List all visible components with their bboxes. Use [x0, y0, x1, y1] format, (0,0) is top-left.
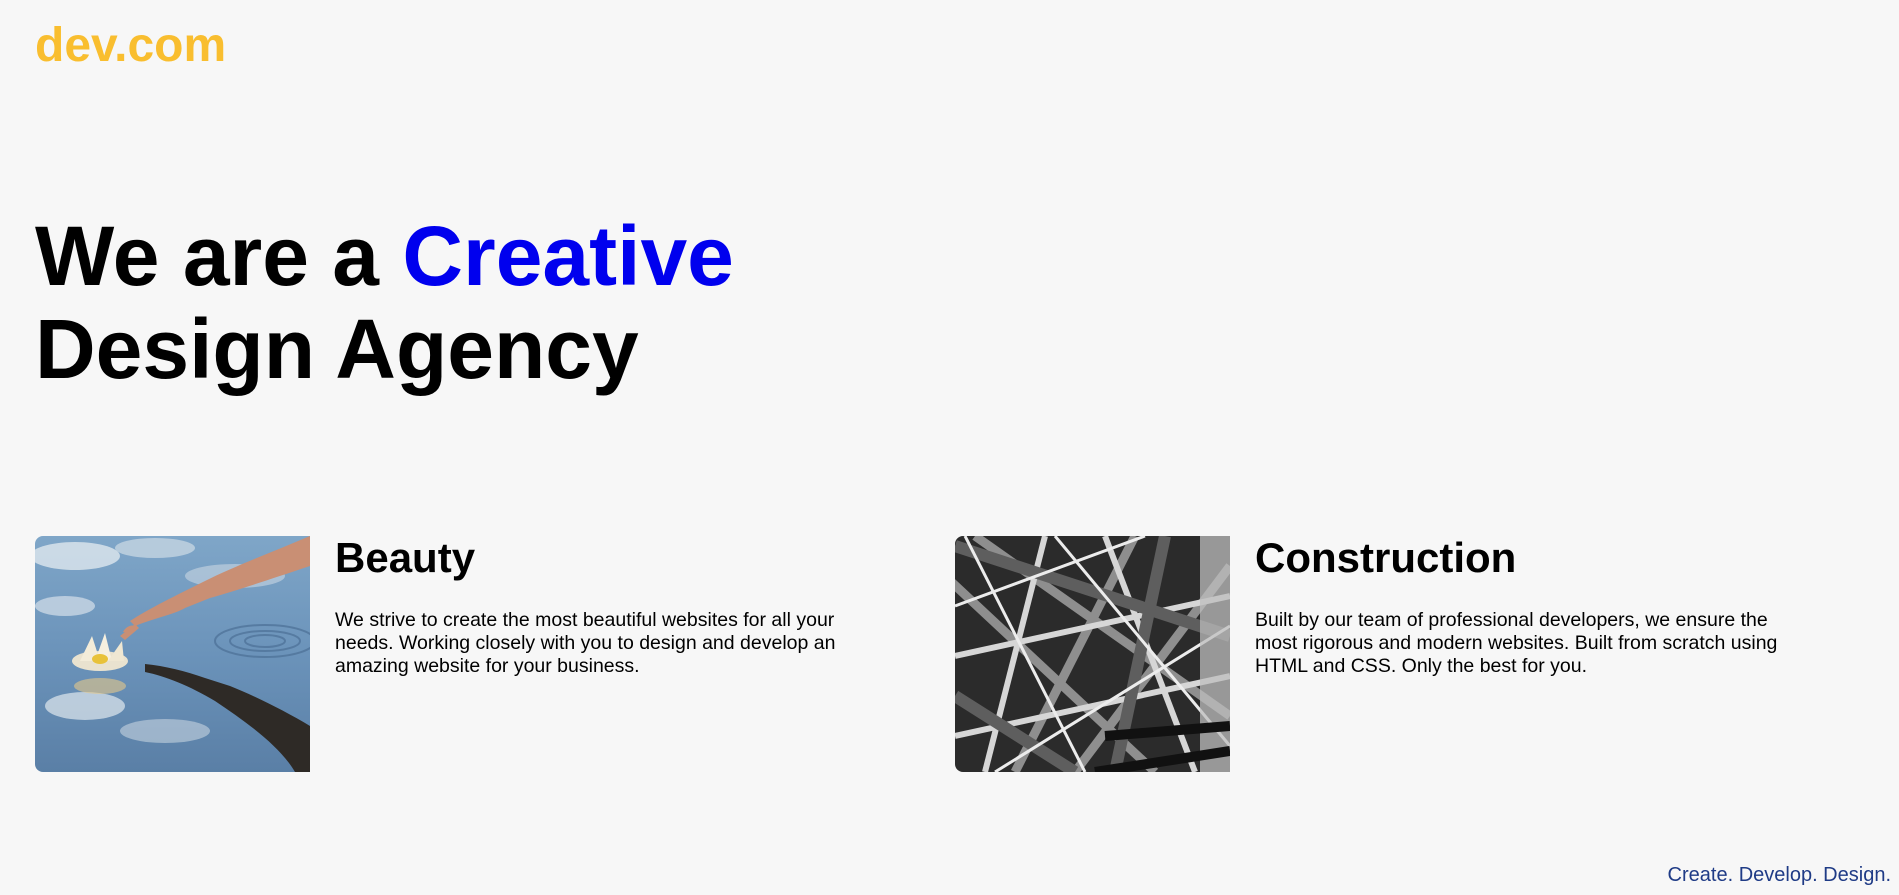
card-description: Built by our team of professional develo…: [1255, 609, 1778, 677]
construction-text: Construction Built by our team of profes…: [1255, 536, 1785, 772]
site-logo[interactable]: dev.com: [35, 18, 226, 74]
card-title: Construction: [1255, 534, 1517, 581]
feature-card-construction: Construction Built by our team of profes…: [955, 536, 1785, 772]
beauty-image: [35, 536, 310, 772]
water-lily-photo: [35, 536, 310, 772]
footer-tagline: Create. Develop. Design.: [1667, 864, 1891, 886]
hero-line1-prefix: We are a: [35, 209, 403, 303]
hero-line2: Design Agency: [35, 302, 639, 396]
construction-image: [955, 536, 1230, 772]
feature-card-beauty: Beauty We strive to create the most beau…: [35, 536, 865, 772]
card-description: We strive to create the most beautiful w…: [335, 609, 836, 677]
card-title: Beauty: [335, 534, 476, 581]
steel-beams-photo: [955, 536, 1230, 772]
beauty-text: Beauty We strive to create the most beau…: [335, 536, 865, 772]
hero-accent-word: Creative: [402, 209, 734, 303]
hero-heading: We are a Creative Design Agency: [35, 210, 734, 396]
